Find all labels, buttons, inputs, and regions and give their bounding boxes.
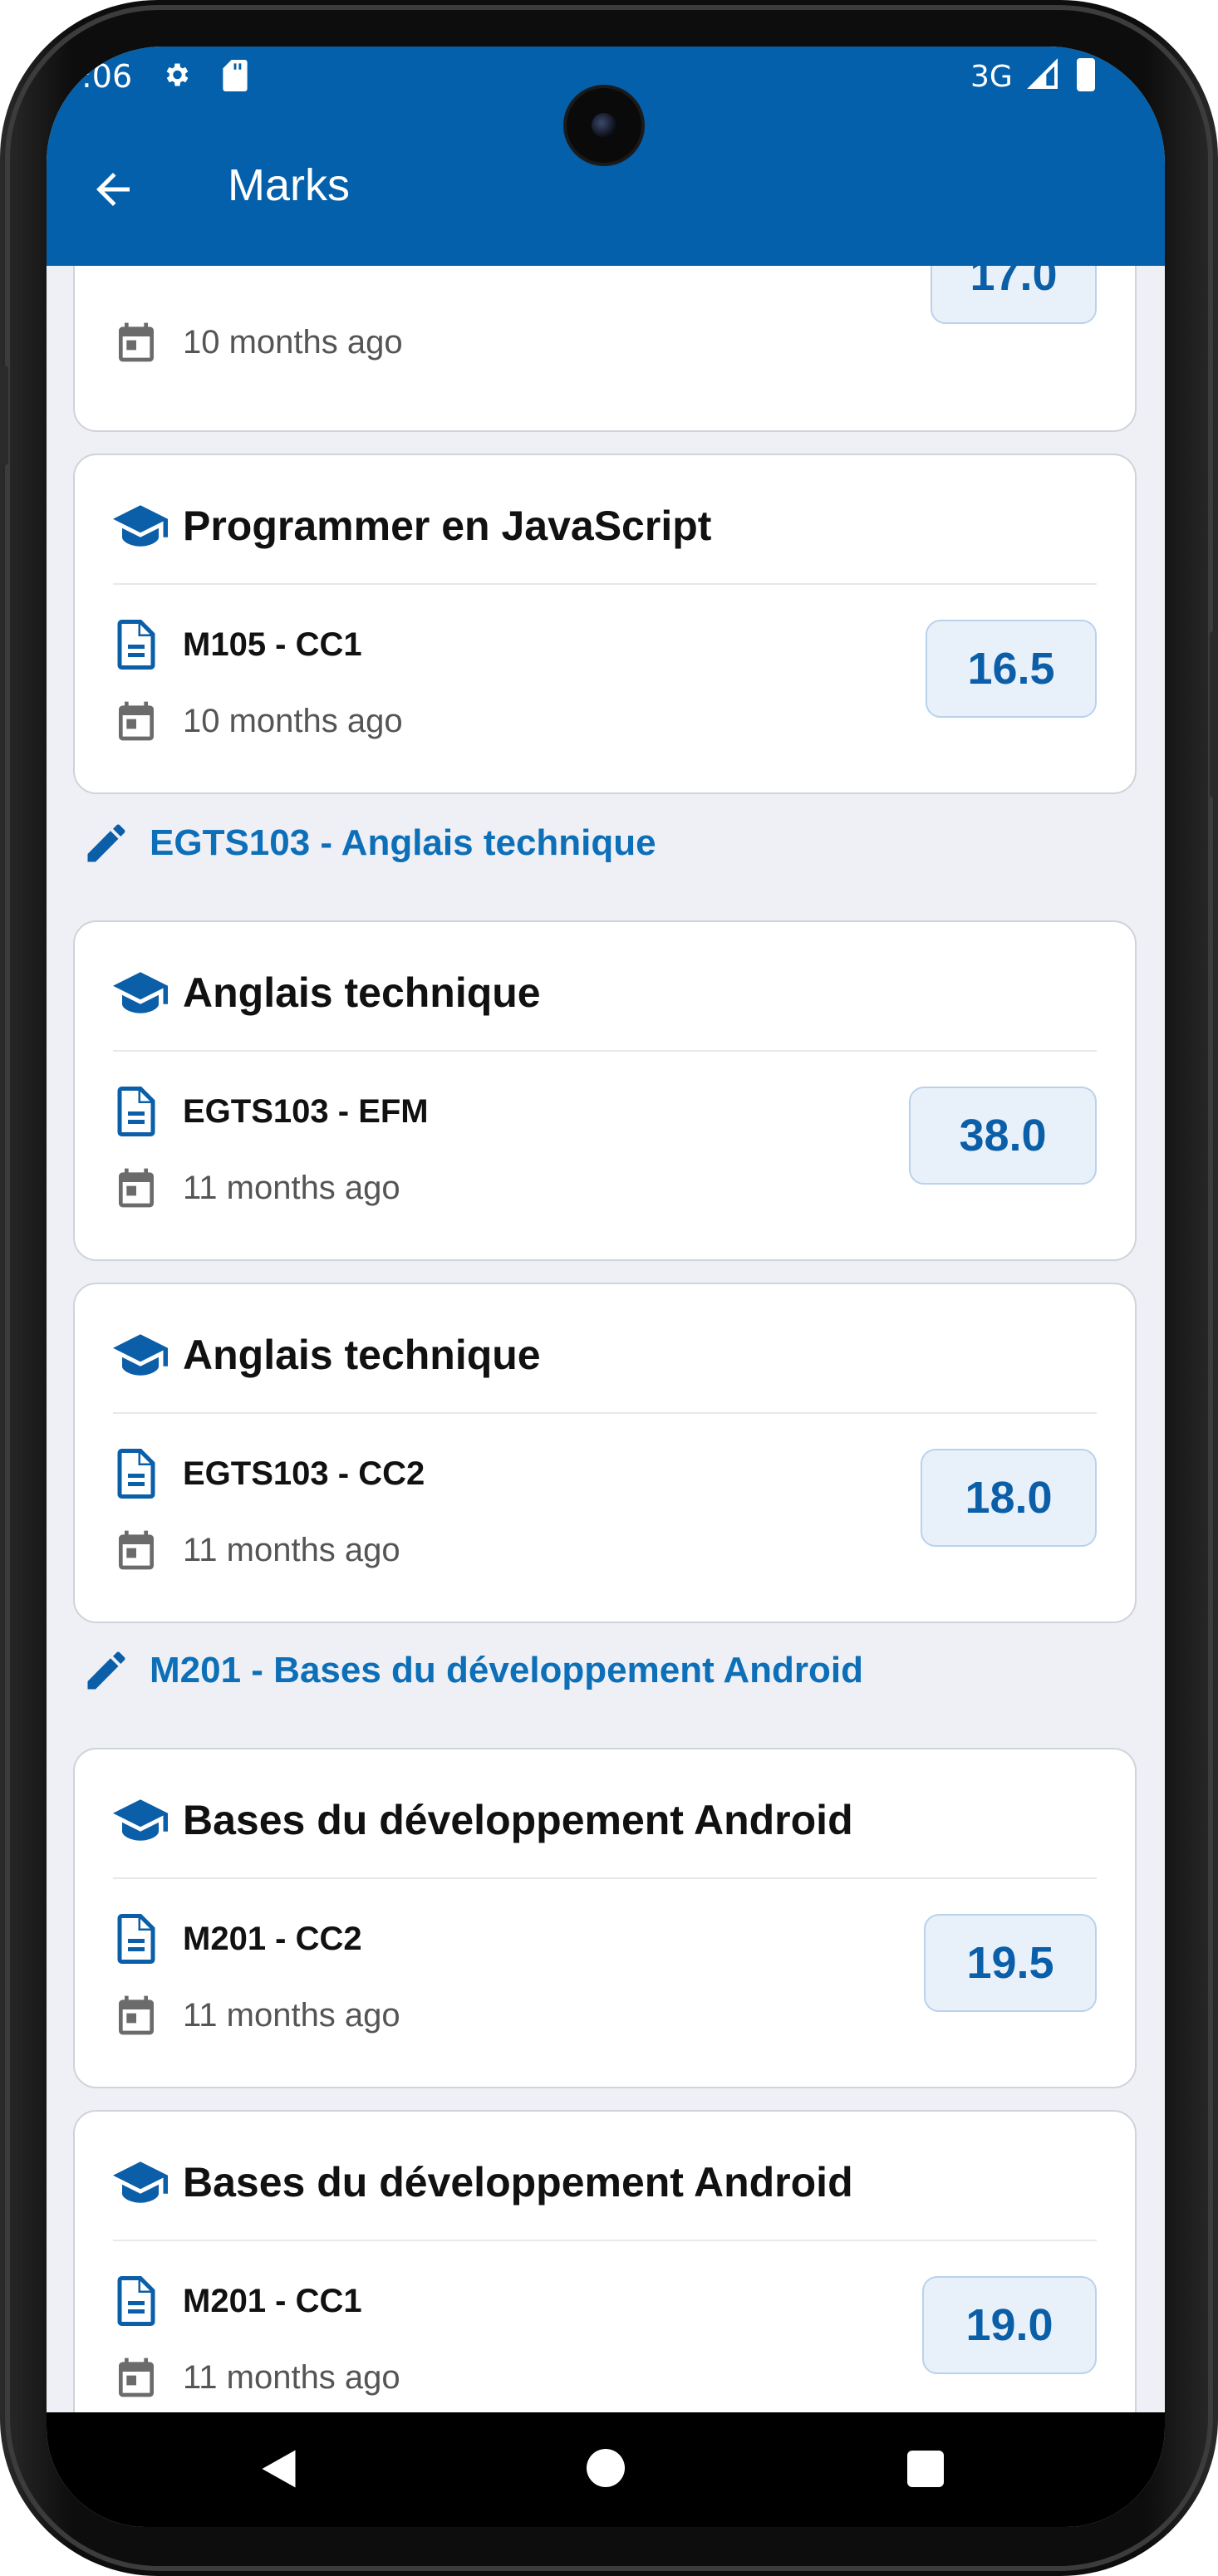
mark-value: 38.0 xyxy=(909,1087,1097,1185)
mark-card[interactable]: Bases du développement Android M201 - CC… xyxy=(73,1748,1137,2088)
mark-value: 17.0 xyxy=(931,266,1097,324)
card-header: Bases du développement Android xyxy=(113,1791,853,1849)
card-divider xyxy=(113,1877,1097,1879)
calendar-icon xyxy=(119,1995,154,2035)
side-button xyxy=(1210,631,1218,797)
status-time: :06 xyxy=(81,58,133,95)
mark-date: 11 months ago xyxy=(183,2358,400,2396)
calendar-icon xyxy=(119,1168,154,1208)
battery-icon xyxy=(1077,58,1095,91)
card-header: Programmer en JavaScript xyxy=(113,497,711,555)
page-title: Marks xyxy=(228,160,350,210)
mark-date: 11 months ago xyxy=(183,1996,400,2034)
card-header: Bases du développement Android xyxy=(113,2153,853,2211)
section-header: M201 - Bases du développement Android xyxy=(81,1641,863,1700)
mark-date: 10 months ago xyxy=(183,702,403,739)
document-icon xyxy=(117,2276,155,2326)
date-row: 11 months ago xyxy=(113,1525,400,1575)
calendar-icon xyxy=(119,322,154,362)
document-icon xyxy=(117,1449,155,1499)
mark-card[interactable]: Programmer en JavaScript M105 - CC1 10 m… xyxy=(73,454,1137,794)
signal-icon xyxy=(1027,58,1058,89)
mark-value: 19.5 xyxy=(924,1914,1097,2012)
mark-card[interactable]: Bases du développement Android M201 - CC… xyxy=(73,2110,1137,2412)
date-row: 11 months ago xyxy=(113,2353,400,2402)
marks-list[interactable]: 10 months ago 17.0 Programmer en JavaScr… xyxy=(47,266,1165,2412)
mark-card[interactable]: Anglais technique EGTS103 - EFM 11 month… xyxy=(73,920,1137,1261)
card-divider xyxy=(113,2240,1097,2241)
app-bar: :06 3G Marks xyxy=(47,47,1165,266)
card-divider xyxy=(113,1412,1097,1414)
sd-card-icon xyxy=(223,60,248,91)
exam-name: M201 - CC2 xyxy=(183,1920,362,1957)
mark-date: 11 months ago xyxy=(183,1169,400,1206)
document-icon xyxy=(117,1087,155,1136)
course-title: Bases du développement Android xyxy=(183,1797,853,1843)
phone-frame: :06 3G Marks 10 months ago 17.0 Programm… xyxy=(0,0,1218,2576)
calendar-icon xyxy=(119,2358,154,2397)
mark-value: 18.0 xyxy=(921,1449,1097,1547)
system-nav-bar xyxy=(47,2412,1165,2527)
mark-value: 16.5 xyxy=(926,620,1097,718)
gear-icon xyxy=(166,63,189,86)
mark-card[interactable]: 10 months ago 17.0 xyxy=(73,266,1137,432)
exam-name: EGTS103 - EFM xyxy=(183,1092,429,1130)
course-title: Anglais technique xyxy=(183,969,541,1016)
date-row: 11 months ago xyxy=(113,1990,400,2040)
exam-row: EGTS103 - CC2 xyxy=(113,1449,425,1499)
date-row: 10 months ago xyxy=(113,317,403,367)
calendar-icon xyxy=(119,1530,154,1570)
exam-name: M201 - CC1 xyxy=(183,2282,362,2319)
school-cap-icon xyxy=(113,1334,168,1376)
date-row: 10 months ago xyxy=(113,696,403,746)
card-header: Anglais technique xyxy=(113,1326,541,1384)
document-icon xyxy=(117,1914,155,1964)
exam-row: M201 - CC2 xyxy=(113,1914,362,1964)
course-title: Programmer en JavaScript xyxy=(183,503,712,549)
exam-name: EGTS103 - CC2 xyxy=(183,1455,425,1492)
section-header: EGTS103 - Anglais technique xyxy=(81,814,656,872)
mark-date: 10 months ago xyxy=(183,323,403,361)
exam-name: M105 - CC1 xyxy=(183,626,362,663)
mark-value: 19.0 xyxy=(922,2276,1097,2374)
nav-back-icon[interactable] xyxy=(256,2444,306,2494)
card-header: Anglais technique xyxy=(113,964,541,1022)
front-camera xyxy=(567,88,641,163)
nav-home-icon[interactable] xyxy=(587,2449,625,2487)
section-title: EGTS103 - Anglais technique xyxy=(150,822,656,863)
side-button xyxy=(0,366,8,465)
section-title: M201 - Bases du développement Android xyxy=(150,1650,863,1690)
document-icon xyxy=(117,620,155,670)
course-title: Bases du développement Android xyxy=(183,2159,853,2206)
network-type: 3G xyxy=(970,60,1013,94)
school-cap-icon xyxy=(113,505,168,547)
exam-row: M105 - CC1 xyxy=(113,620,362,670)
mark-date: 11 months ago xyxy=(183,1531,400,1568)
school-cap-icon xyxy=(113,972,168,1013)
mark-card[interactable]: Anglais technique EGTS103 - CC2 11 month… xyxy=(73,1283,1137,1623)
calendar-icon xyxy=(119,701,154,741)
exam-row: M201 - CC1 xyxy=(113,2276,362,2326)
date-row: 11 months ago xyxy=(113,1163,400,1213)
course-title: Anglais technique xyxy=(183,1332,541,1378)
card-divider xyxy=(113,1050,1097,1052)
school-cap-icon xyxy=(113,1799,168,1841)
school-cap-icon xyxy=(113,2161,168,2203)
pencil-icon xyxy=(87,824,125,862)
screen: :06 3G Marks 10 months ago 17.0 Programm… xyxy=(47,47,1165,2527)
pencil-icon xyxy=(87,1651,125,1690)
exam-row: EGTS103 - EFM xyxy=(113,1087,429,1136)
nav-recent-icon[interactable] xyxy=(907,2451,944,2487)
card-divider xyxy=(113,583,1097,585)
arrow-back-icon[interactable] xyxy=(88,164,138,214)
